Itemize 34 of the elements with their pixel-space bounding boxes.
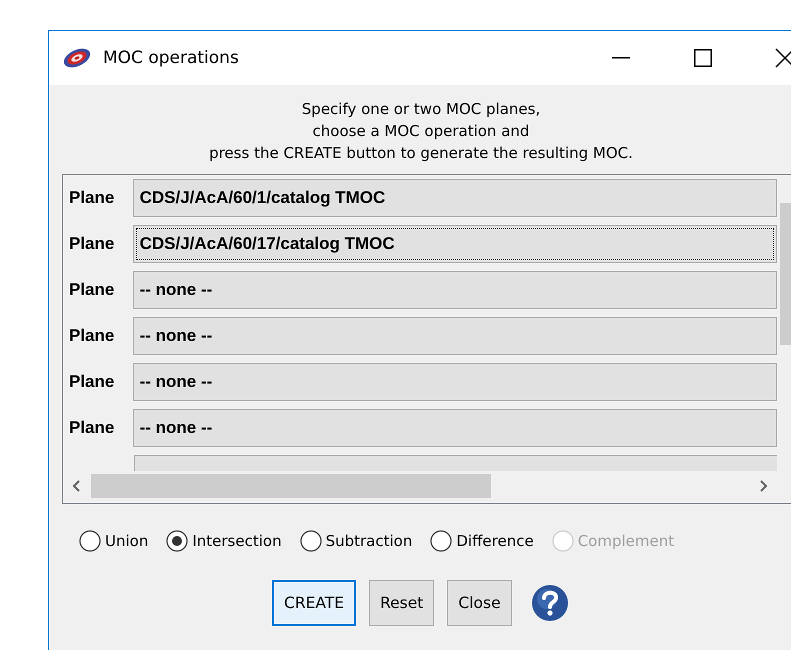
window-title: MOC operations <box>103 48 240 68</box>
radio-label[interactable]: Union <box>105 532 148 550</box>
plane-field[interactable]: -- none -- <box>132 317 777 355</box>
radio-label[interactable]: Difference <box>456 532 534 550</box>
dialog-button[interactable]: Close <box>447 580 512 626</box>
plane-field[interactable]: CDS/J/AcA/60/17/catalog TMOC <box>132 225 777 263</box>
close-icon[interactable] <box>775 48 791 68</box>
plane-field[interactable]: -- none -- <box>132 409 777 447</box>
radio-button[interactable] <box>430 530 452 552</box>
radio-label[interactable]: Subtraction <box>326 532 412 550</box>
radio-button[interactable] <box>166 530 188 552</box>
scrollbar-thumb[interactable] <box>780 203 791 345</box>
instruction-text: press the CREATE button to generate the resulting MOC. <box>209 143 633 164</box>
plane-label: Plane <box>69 418 116 438</box>
radio-label[interactable]: Intersection <box>192 532 282 550</box>
dialog-button[interactable]: CREATE <box>272 580 356 626</box>
plane-label: Plane <box>69 326 116 346</box>
instruction-text: choose a MOC operation and <box>312 121 530 142</box>
plane-label: Plane <box>69 280 116 300</box>
radio-button[interactable] <box>300 530 322 552</box>
maximize-icon[interactable] <box>694 49 712 67</box>
help-icon[interactable] <box>530 584 569 622</box>
plane-field[interactable]: CDS/J/AcA/60/1/catalog TMOC <box>132 179 777 217</box>
radio-button[interactable] <box>79 530 101 552</box>
plane-field[interactable]: -- none -- <box>132 363 777 401</box>
instruction-text: Specify one or two MOC planes, <box>302 99 540 120</box>
minimize-icon[interactable] <box>612 57 630 59</box>
plane-label: Plane <box>69 372 116 392</box>
plane-label: Plane <box>69 188 116 208</box>
galaxy-icon <box>62 46 92 70</box>
scrollbar-thumb[interactable] <box>91 474 491 498</box>
plane-field[interactable]: -- none -- <box>132 271 777 309</box>
plane-label: Plane <box>69 234 116 254</box>
dialog-button[interactable]: Reset <box>369 580 434 626</box>
